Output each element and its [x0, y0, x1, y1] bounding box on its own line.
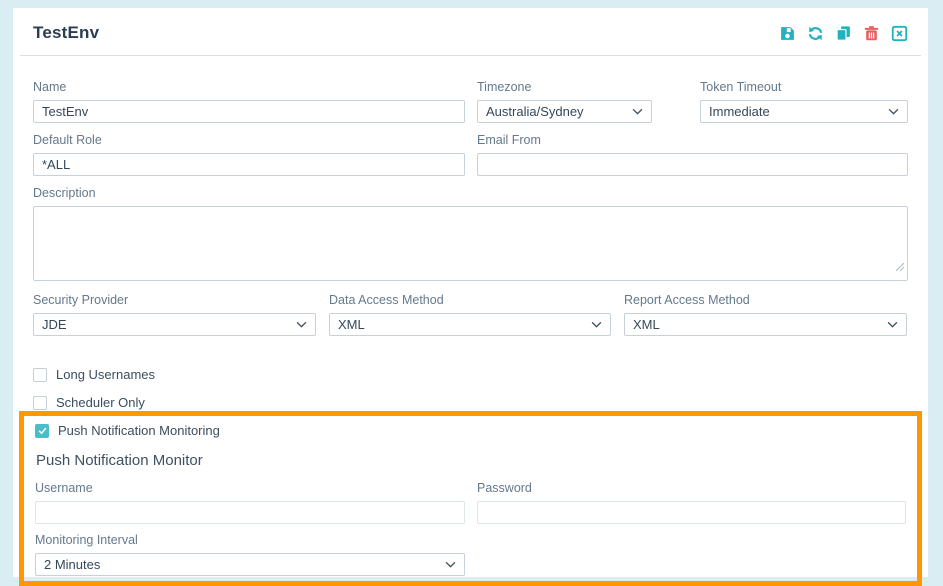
delete-icon — [863, 25, 880, 42]
close-button[interactable] — [891, 25, 908, 42]
security-provider-select[interactable]: JDE — [33, 313, 316, 336]
save-button[interactable] — [779, 25, 796, 42]
refresh-icon — [807, 25, 824, 42]
report-access-method-value: XML — [633, 317, 660, 332]
email-from-input[interactable] — [477, 153, 908, 176]
username-input[interactable] — [35, 501, 465, 524]
default-role-label: Default Role — [33, 133, 465, 148]
save-icon — [779, 25, 796, 42]
data-access-method-value: XML — [338, 317, 365, 332]
default-role-input[interactable] — [33, 153, 465, 176]
options-section: Long Usernames Scheduler Only — [33, 367, 908, 410]
name-label: Name — [33, 80, 465, 95]
monitoring-interval-select[interactable]: 2 Minutes — [35, 553, 465, 576]
push-monitor-heading: Push Notification Monitor — [36, 451, 906, 470]
panel-header: TestEnv — [33, 8, 908, 43]
security-provider-label: Security Provider — [33, 293, 316, 308]
report-access-method-select[interactable]: XML — [624, 313, 907, 336]
scheduler-only-label: Scheduler Only — [56, 395, 145, 410]
form-row-2: Default Role Email From — [33, 133, 908, 176]
long-usernames-label: Long Usernames — [56, 367, 155, 382]
token-timeout-label: Token Timeout — [700, 80, 908, 95]
push-monitor-row-2: Monitoring Interval 2 Minutes — [35, 533, 906, 576]
password-label: Password — [477, 481, 906, 496]
timezone-select[interactable]: Australia/Sydney — [477, 100, 652, 123]
environment-panel: TestEnv — [13, 8, 928, 577]
close-icon — [891, 25, 908, 42]
refresh-button[interactable] — [807, 25, 824, 42]
monitoring-interval-label: Monitoring Interval — [35, 533, 465, 548]
header-divider — [20, 55, 921, 56]
chevron-down-icon — [630, 104, 645, 119]
copy-icon — [835, 25, 852, 42]
chevron-down-icon — [294, 317, 309, 332]
description-textarea[interactable] — [33, 206, 908, 281]
data-access-method-label: Data Access Method — [329, 293, 611, 308]
scheduler-only-checkbox[interactable] — [33, 396, 47, 410]
form-row-1: Name Timezone Australia/Sydney Token Tim… — [33, 80, 908, 123]
data-access-method-select[interactable]: XML — [329, 313, 611, 336]
username-label: Username — [35, 481, 465, 496]
checkmark-icon — [37, 425, 48, 436]
toolbar — [779, 25, 908, 42]
long-usernames-row: Long Usernames — [33, 367, 908, 382]
password-input[interactable] — [477, 501, 906, 524]
chevron-down-icon — [443, 557, 458, 572]
delete-button[interactable] — [863, 25, 880, 42]
email-from-label: Email From — [477, 133, 908, 148]
report-access-method-label: Report Access Method — [624, 293, 907, 308]
chevron-down-icon — [886, 104, 901, 119]
security-provider-value: JDE — [42, 317, 67, 332]
long-usernames-checkbox[interactable] — [33, 368, 47, 382]
name-input[interactable] — [33, 100, 465, 123]
scheduler-only-row: Scheduler Only — [33, 395, 908, 410]
copy-button[interactable] — [835, 25, 852, 42]
push-notification-monitoring-checkbox[interactable] — [35, 424, 49, 438]
chevron-down-icon — [885, 317, 900, 332]
form-row-3: Security Provider JDE Data Access Method… — [33, 293, 908, 336]
push-notification-monitoring-row: Push Notification Monitoring — [35, 423, 906, 438]
chevron-down-icon — [589, 317, 604, 332]
monitoring-interval-value: 2 Minutes — [44, 557, 100, 572]
environment-form: Name Timezone Australia/Sydney Token Tim… — [33, 80, 908, 586]
token-timeout-select[interactable]: Immediate — [700, 100, 908, 123]
token-timeout-value: Immediate — [709, 104, 770, 119]
timezone-value: Australia/Sydney — [486, 104, 584, 119]
push-notification-monitoring-label: Push Notification Monitoring — [58, 423, 220, 438]
page-title: TestEnv — [33, 23, 99, 43]
resize-grip-icon[interactable] — [895, 259, 905, 277]
timezone-label: Timezone — [477, 80, 652, 95]
push-monitor-highlight: Push Notification Monitoring Push Notifi… — [19, 411, 922, 586]
description-label: Description — [33, 186, 908, 201]
push-monitor-row-1: Username Password — [35, 481, 906, 524]
description-row: Description — [33, 186, 908, 281]
